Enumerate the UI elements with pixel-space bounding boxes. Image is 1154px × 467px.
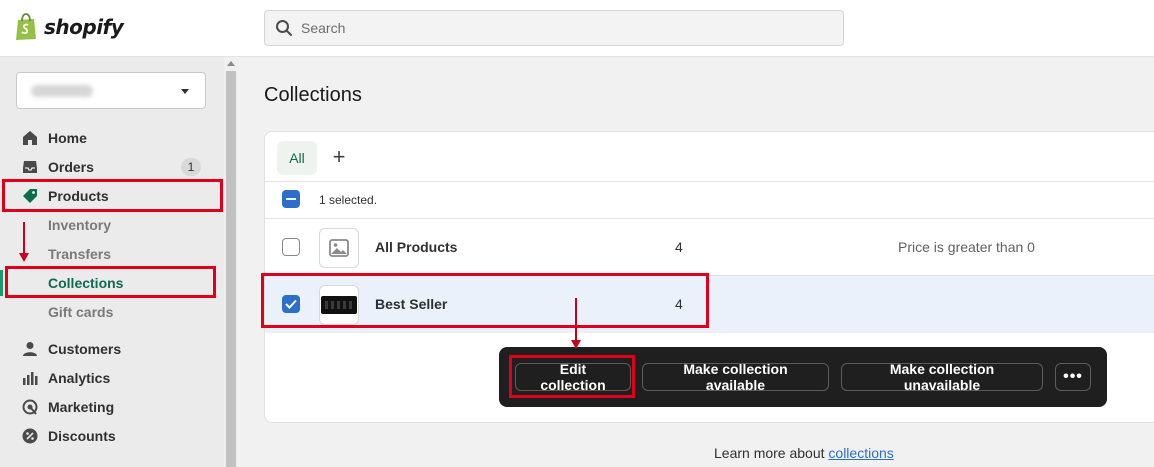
collection-conditions: Price is greater than 0 (898, 239, 1035, 255)
table-row[interactable]: All Products 4 Price is greater than 0 (265, 219, 1154, 276)
sidebar-item-transfers[interactable]: Transfers (0, 241, 224, 267)
annotation-arrow-line (23, 222, 25, 254)
row-checkbox[interactable] (282, 238, 300, 256)
sidebar-item-label: Collections (48, 275, 124, 291)
scrollbar-thumb[interactable] (226, 71, 236, 467)
collections-help-link[interactable]: collections (828, 445, 893, 461)
sidebar-item-customers[interactable]: Customers (0, 336, 224, 362)
sidebar-item-marketing[interactable]: Marketing (0, 394, 224, 420)
sidebar-scrollbar[interactable] (224, 57, 238, 467)
collection-name[interactable]: Best Seller (375, 296, 447, 312)
learn-more-text: Learn more about collections (714, 445, 894, 461)
store-selector[interactable] (16, 72, 206, 109)
bulk-action-bar: Edit collection Make collection availabl… (499, 347, 1107, 407)
sidebar-item-label: Marketing (48, 399, 115, 415)
product-count: 4 (675, 296, 683, 312)
collection-thumbnail (319, 285, 359, 325)
product-count: 4 (675, 239, 683, 255)
home-icon (23, 131, 37, 145)
brand-name: shopify (44, 15, 124, 39)
bar-chart-icon (23, 372, 38, 385)
make-unavailable-button[interactable]: Make collection unavailable (841, 361, 1043, 393)
sidebar-item-inventory[interactable]: Inventory (0, 212, 224, 238)
sidebar-item-orders[interactable]: Orders 1 (0, 154, 224, 180)
add-view-button[interactable]: + (327, 144, 351, 170)
checkmark-icon (285, 299, 297, 309)
collection-thumbnail (319, 228, 359, 268)
bulk-select-checkbox[interactable] (282, 190, 300, 208)
learn-more-prefix: Learn more about (714, 445, 829, 461)
sidebar-item-label: Discounts (48, 428, 116, 444)
search-icon (276, 20, 292, 36)
image-placeholder-icon (329, 239, 349, 257)
sidebar-item-label: Customers (48, 341, 122, 357)
sidebar-item-label: Products (48, 188, 109, 204)
edit-collection-button[interactable]: Edit collection (515, 361, 631, 393)
sidebar-item-label: Analytics (48, 370, 111, 386)
inbox-icon (23, 161, 37, 173)
sidebar-item-collections[interactable]: Collections (0, 270, 224, 296)
discount-icon (22, 428, 38, 444)
product-image (321, 296, 357, 314)
row-checkbox[interactable] (282, 295, 300, 313)
minus-icon (286, 198, 296, 200)
scroll-up-arrow-icon[interactable] (227, 61, 235, 66)
divider (265, 181, 1154, 182)
sidebar-item-home[interactable]: Home (0, 125, 224, 151)
target-icon (22, 399, 38, 415)
active-indicator (0, 270, 3, 296)
collection-name[interactable]: All Products (375, 239, 457, 255)
sidebar-item-discounts[interactable]: Discounts (0, 423, 224, 449)
tab-all[interactable]: All (277, 141, 317, 175)
sidebar: Home Orders 1 Products Inventory Transfe… (0, 57, 224, 467)
table-row[interactable]: Best Seller 4 (265, 276, 1154, 333)
search-input[interactable] (301, 20, 801, 36)
annotation-arrow-head-icon (19, 253, 29, 262)
tag-icon (23, 189, 37, 203)
sidebar-item-label: Gift cards (48, 304, 114, 320)
sidebar-item-products[interactable]: Products (0, 183, 224, 209)
chevron-down-icon (181, 89, 189, 94)
sidebar-item-analytics[interactable]: Analytics (0, 365, 224, 391)
more-actions-button[interactable]: ••• (1055, 363, 1091, 391)
annotation-arrow-line (575, 298, 577, 341)
selected-count: 1 selected. (319, 193, 378, 207)
sidebar-item-label: Inventory (48, 217, 112, 233)
annotation-arrow-head-icon (571, 340, 581, 349)
sidebar-item-label: Orders (48, 159, 94, 175)
sidebar-item-gift-cards[interactable]: Gift cards (0, 299, 224, 325)
search-box[interactable] (264, 10, 844, 46)
sidebar-item-label: Transfers (48, 246, 112, 262)
orders-count-badge: 1 (181, 158, 201, 176)
page-title: Collections (264, 84, 362, 106)
store-name-blurred (31, 85, 93, 97)
person-icon (23, 342, 37, 356)
sidebar-item-label: Home (48, 130, 87, 146)
top-bar: shopify (0, 0, 1154, 57)
shopify-bag-icon (16, 13, 36, 40)
make-available-button[interactable]: Make collection available (642, 361, 829, 393)
shopify-logo[interactable]: shopify (14, 13, 124, 41)
